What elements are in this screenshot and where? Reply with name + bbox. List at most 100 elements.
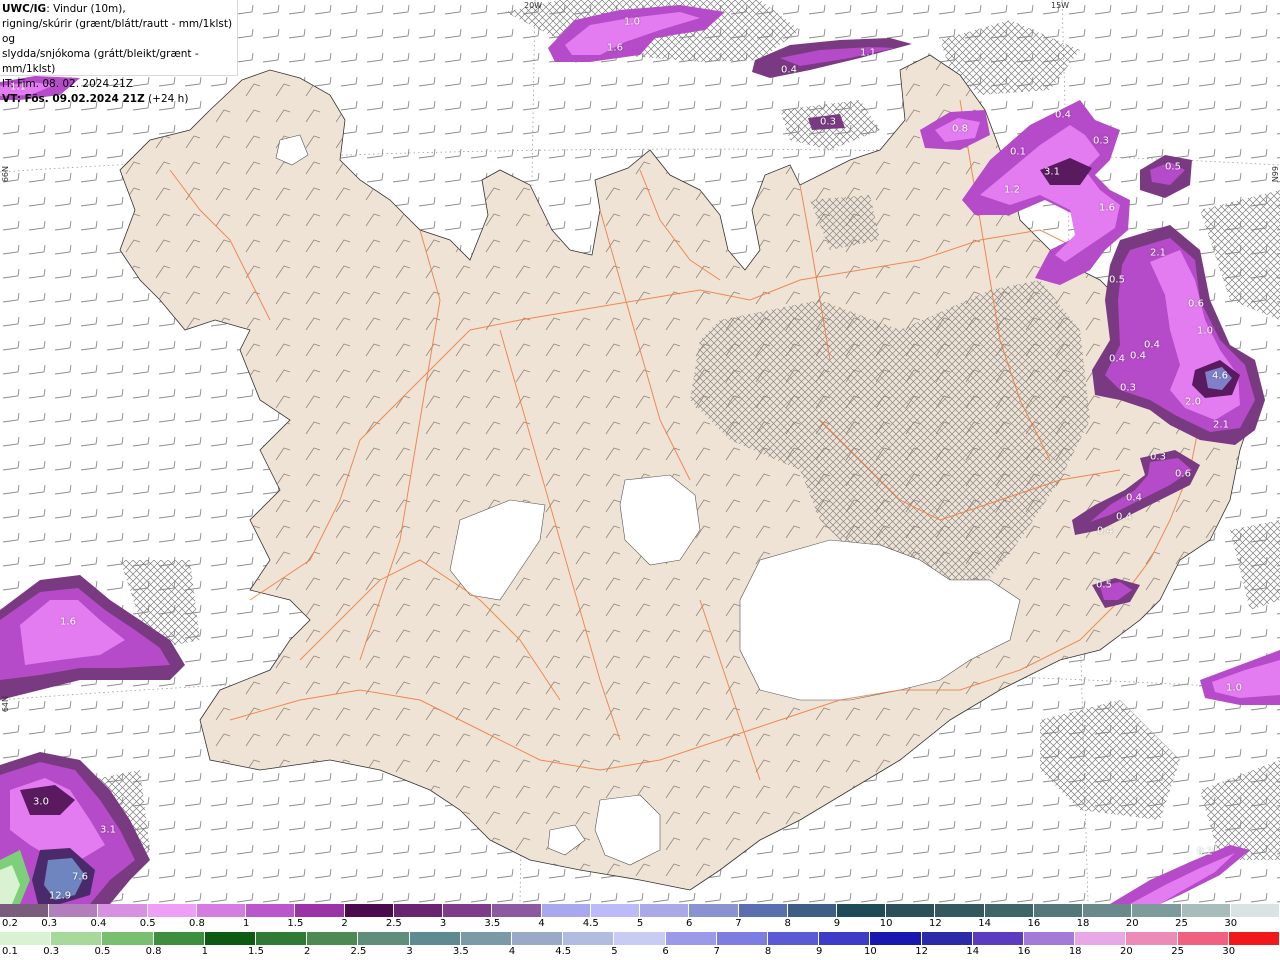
legend-snow-label: 3 bbox=[439, 918, 447, 929]
legend-snow-swatch bbox=[1132, 904, 1182, 917]
legend-rain-label: 0.3 bbox=[43, 946, 60, 957]
valid-time: VT: Fös. 09.02.2024 21Z bbox=[2, 93, 145, 105]
precip-value-label: 0.1 bbox=[1010, 146, 1026, 158]
weather-map: 1.0 1.6 1.1 0.4 1.1 0.3 0.8 0.4 0.3 0.1 3.1 1.2 0.5 1… bbox=[0, 0, 1280, 904]
legend-snow-label: 0.5 bbox=[139, 918, 156, 929]
legend-snow-label: 6 bbox=[686, 918, 693, 929]
legend-snow-swatch bbox=[344, 904, 394, 917]
legend-snow-label: 18 bbox=[1076, 918, 1090, 929]
legend-rain-swatch bbox=[972, 932, 1025, 945]
legend-rain-label: 4 bbox=[508, 946, 516, 957]
legend-snow-swatch bbox=[49, 904, 99, 917]
legend-rain-swatch bbox=[1177, 932, 1229, 945]
legend-snow-label: 2.5 bbox=[385, 918, 402, 929]
legend-rain-swatch bbox=[870, 932, 922, 945]
legend-rain-swatch bbox=[460, 932, 513, 945]
legend-snow-swatch bbox=[1033, 904, 1084, 917]
legend-snow-label: 9 bbox=[833, 918, 841, 929]
legend-rain-label: 2 bbox=[304, 946, 311, 957]
legend-rain-label: 0.5 bbox=[94, 946, 111, 957]
legend-snow-swatch bbox=[738, 904, 788, 917]
legend-snow-label: 30 bbox=[1224, 918, 1238, 929]
legend-rain-swatch bbox=[1075, 932, 1127, 945]
precip-value-label: 1.1 bbox=[860, 47, 876, 59]
legend-rain-label: 4.5 bbox=[555, 946, 572, 957]
precip-value-label: 1.0 bbox=[624, 16, 640, 28]
legend-snow-labels: 0.2 0.3 0.4 0.5 0.8 1 1.5 2 2.5 3 3.5 4 4.5 5 6 7 8 9 10 12… bbox=[0, 917, 1280, 932]
precip-value-label: 1.6 bbox=[60, 616, 76, 628]
legend-snow-swatch bbox=[492, 904, 542, 917]
info-line-4: IT: Fim. 08. 02. 2024 21Z bbox=[2, 78, 134, 90]
lon-label-20w: 20W bbox=[524, 1, 543, 10]
legend-snow-swatch bbox=[196, 904, 247, 917]
precip-value-label: 0.4 bbox=[1144, 339, 1160, 351]
precip-value-label: 0.8 bbox=[952, 123, 968, 135]
precip-value-label: 2.1 bbox=[1213, 419, 1229, 431]
legend-rain-label: 25 bbox=[1171, 946, 1184, 957]
legend-snow-swatch bbox=[393, 904, 444, 917]
legend-snow-colorbar bbox=[0, 904, 1280, 917]
legend-snow-swatch bbox=[689, 904, 739, 917]
legend-rain-swatch bbox=[716, 932, 769, 945]
legend-snow-swatch bbox=[246, 904, 296, 917]
legend-rain-swatch bbox=[512, 932, 564, 945]
legend-rain-label: 16 bbox=[1017, 946, 1031, 957]
legend-rain-swatch bbox=[102, 932, 154, 945]
precip-value-label: 1.0 bbox=[1197, 325, 1213, 337]
legend-rain-swatch bbox=[307, 932, 359, 945]
legend-snow-label: 8 bbox=[784, 918, 791, 929]
precip-value-label: 0.6 bbox=[1188, 298, 1204, 310]
legend-rain-label: 8 bbox=[764, 946, 772, 957]
legend-rain-labels: 0.1 0.3 0.5 0.8 1 1.5 2 2.5 3 3.5 4 4.5 5 6 7 8 9 10 12 14 1… bbox=[0, 945, 1280, 960]
precip-value-label: 1.6 bbox=[1099, 202, 1115, 214]
legend-snow-swatch bbox=[1083, 904, 1133, 917]
legend-rain-swatch bbox=[665, 932, 717, 945]
legend-rain-label: 30 bbox=[1222, 946, 1236, 957]
legend-snow-swatch bbox=[886, 904, 936, 917]
legend-snow-label: 20 bbox=[1125, 918, 1139, 929]
legend-snow-label: 16 bbox=[1027, 918, 1041, 929]
legend-rain-swatch bbox=[153, 932, 205, 945]
precip-value-label: 3.0 bbox=[33, 796, 49, 808]
legend-rain-label: 5 bbox=[611, 946, 618, 957]
forecast-hour: (+24 h) bbox=[144, 93, 189, 105]
legend-rain-label: 18 bbox=[1068, 946, 1082, 957]
legend-snow-swatch bbox=[1230, 904, 1280, 917]
lat-label-66n-right: 66N bbox=[1270, 166, 1279, 183]
info-line-2: rigning/skúrir (grænt/blátt/rautt - mm/1… bbox=[2, 18, 233, 45]
legend-rain-swatch bbox=[1228, 932, 1280, 945]
precip-value-label: 12.9 bbox=[48, 890, 72, 902]
precip-value-label: 0.5 bbox=[1109, 274, 1125, 286]
legend-rain-label: 9 bbox=[816, 946, 823, 957]
precip-value-label: 3.1 bbox=[100, 824, 116, 836]
legend-rain-swatch bbox=[256, 932, 308, 945]
legend-rain-label: 1 bbox=[201, 946, 208, 957]
legend-rain-label: 10 bbox=[864, 946, 877, 957]
precip-value-label: 0.4 bbox=[1109, 353, 1125, 365]
legend-snow-label: 14 bbox=[978, 918, 991, 929]
precip-value-label: 1.0 bbox=[1226, 682, 1242, 694]
precip-value-label: 0.4 bbox=[1116, 511, 1132, 523]
precip-value-label: 2.0 bbox=[1185, 396, 1201, 408]
legend-rain-swatch bbox=[819, 932, 871, 945]
info-line-3: slydda/snjókoma (grátt/bleikt/grænt - mm… bbox=[2, 48, 199, 75]
model-name: UWC/IG bbox=[2, 3, 47, 15]
legend-snow-swatch bbox=[935, 904, 985, 917]
precip-value-label: 0.4 bbox=[1097, 525, 1113, 537]
precip-value-label: 0.5 bbox=[1165, 161, 1181, 173]
legend-snow-label: 4.5 bbox=[582, 918, 599, 929]
legend-snow-label: 0.8 bbox=[188, 918, 205, 929]
legend-rain-colorbar bbox=[0, 932, 1280, 945]
legend-snow-label: 0.4 bbox=[90, 918, 107, 929]
legend-rain-swatch bbox=[204, 932, 257, 945]
legend-rain-swatch bbox=[1024, 932, 1076, 945]
legend-snow-label: 0.3 bbox=[41, 918, 58, 929]
legend-snow-swatch bbox=[984, 904, 1034, 917]
legend-rain-swatch bbox=[0, 932, 52, 945]
legend-rain-label: 7 bbox=[713, 946, 720, 957]
precip-value-label: 0.3 bbox=[1150, 451, 1166, 463]
legend-rain-label: 0.1 bbox=[2, 946, 18, 957]
precip-value-label: 2.1 bbox=[1150, 247, 1166, 259]
legend-rain-swatch bbox=[409, 932, 461, 945]
precip-value-label: 0.3 bbox=[1120, 382, 1136, 394]
